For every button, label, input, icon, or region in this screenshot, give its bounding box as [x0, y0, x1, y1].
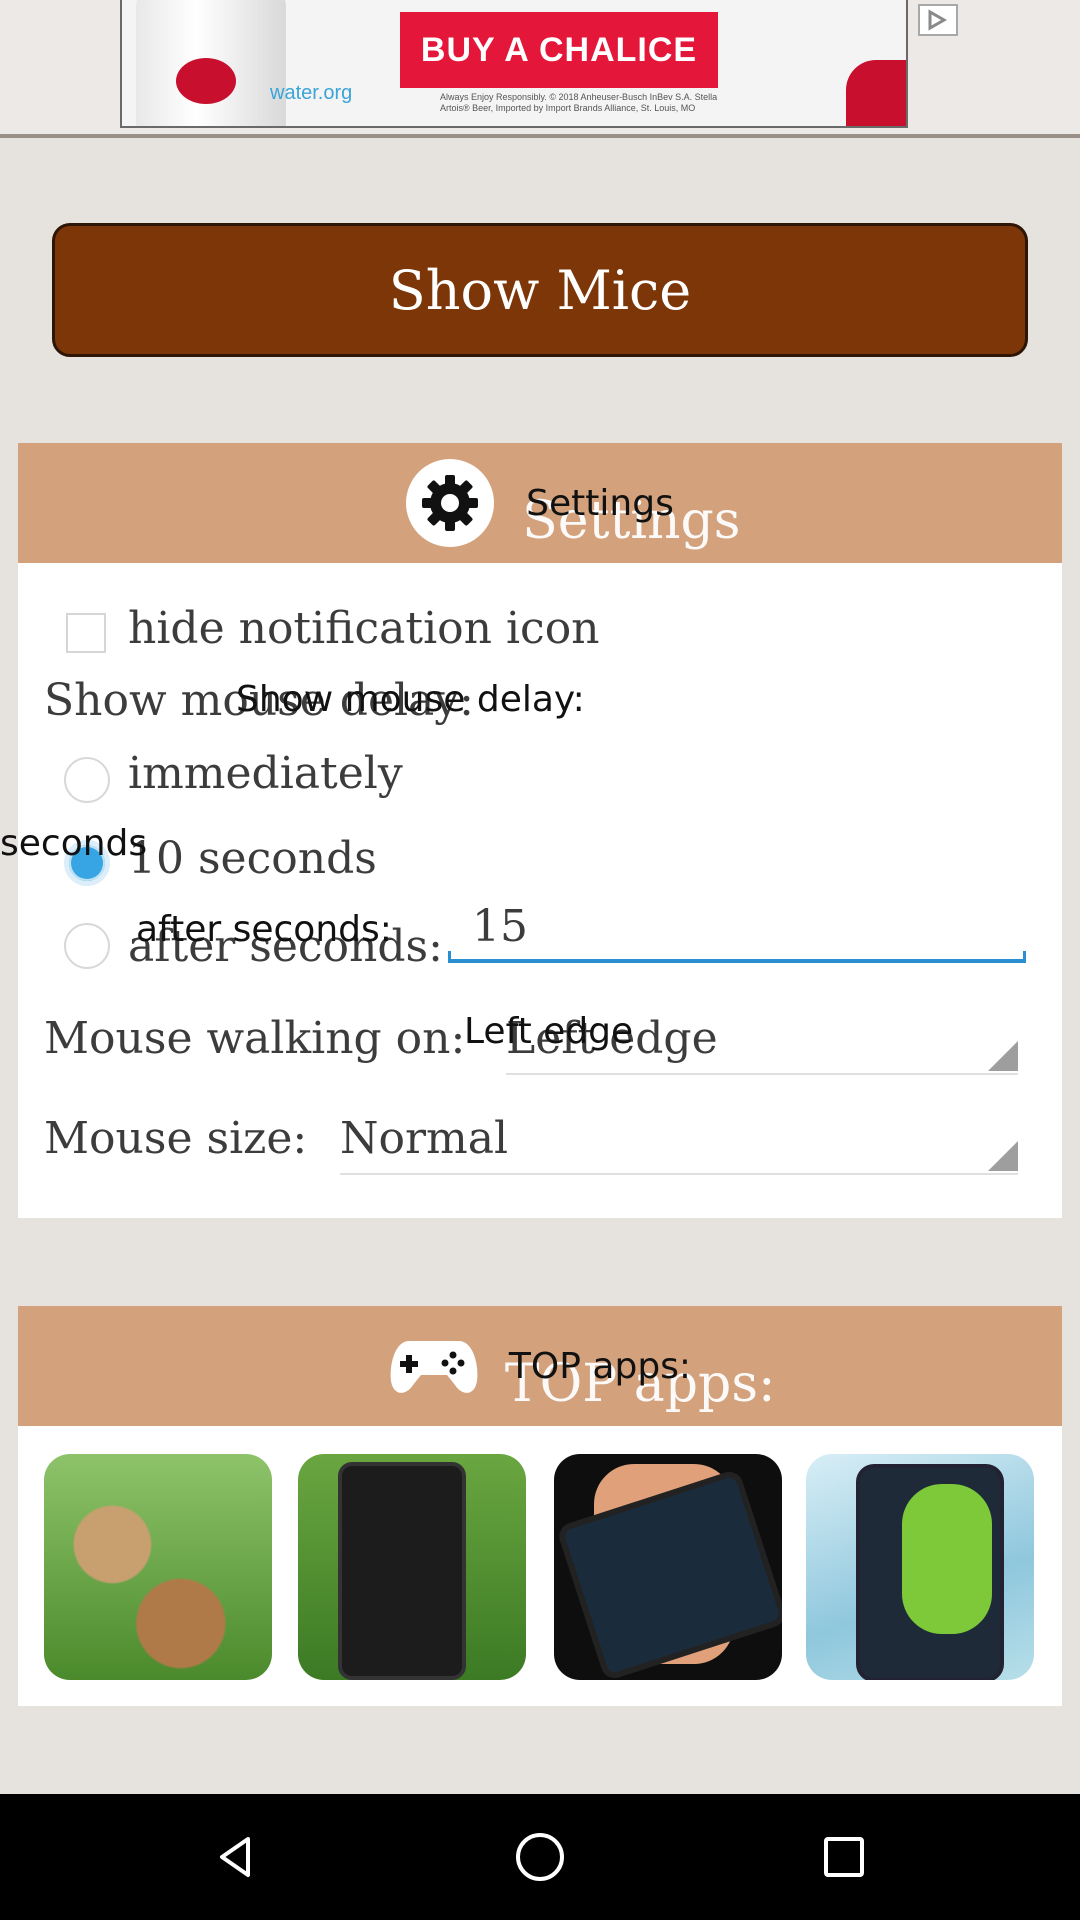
walking-overlay: Left edge	[464, 1011, 634, 1052]
radio-immediately[interactable]	[64, 757, 110, 803]
option-immediately-label[interactable]: immediately	[128, 748, 403, 799]
top-apps-card: TOP apps: TOP apps:	[18, 1306, 1062, 1706]
mouse-size-spinner[interactable]: Normal	[340, 1113, 1018, 1175]
after-seconds-value: 15	[472, 901, 528, 952]
ad-banner[interactable]: BUY A CHALICE water.org Always Enjoy Res…	[120, 0, 908, 128]
show-mice-button[interactable]: Show Mice	[52, 223, 1028, 357]
recents-icon[interactable]	[784, 1794, 904, 1920]
home-icon[interactable]	[480, 1794, 600, 1920]
dropdown-arrow-icon	[988, 1041, 1018, 1071]
top-apps-title: TOP apps: TOP apps:	[505, 1345, 776, 1414]
hide-notification-label[interactable]: hide notification icon	[128, 603, 600, 654]
settings-header: Settings Settings	[18, 443, 1062, 563]
top-apps-header: TOP apps: TOP apps:	[18, 1306, 1062, 1426]
ad-choices-icon[interactable]	[918, 4, 958, 36]
hide-notification-checkbox[interactable]	[66, 613, 106, 653]
back-icon[interactable]	[176, 1794, 296, 1920]
radio-after-seconds[interactable]	[64, 923, 110, 969]
mouse-delay-overlay: Show mouse delay:	[236, 679, 585, 720]
frog-app-thumbnail[interactable]	[806, 1454, 1034, 1680]
snail-app-thumbnail[interactable]	[44, 1454, 272, 1680]
ad-fine-print: Always Enjoy Responsibly. © 2018 Anheuse…	[440, 92, 718, 113]
ants-app-thumbnail[interactable]	[298, 1454, 526, 1680]
ad-chalice-image	[136, 0, 286, 126]
settings-title: Settings Settings	[522, 482, 740, 551]
mouse-size-value: Normal	[340, 1113, 509, 1164]
top-apps-list	[18, 1454, 1062, 1680]
ad-cta-button[interactable]: BUY A CHALICE	[400, 12, 718, 88]
settings-card: Settings Settings hide notification icon…	[0, 443, 1062, 1218]
mouse-walking-label: Mouse walking on:	[44, 1013, 466, 1064]
seconds-overlay: seconds	[0, 823, 148, 864]
gamepad-icon	[389, 1335, 479, 1397]
dropdown-arrow-icon	[988, 1141, 1018, 1171]
xray-app-thumbnail[interactable]	[554, 1454, 782, 1680]
input-underline	[448, 951, 1026, 963]
option-10-seconds-label[interactable]: 10 seconds	[128, 833, 377, 884]
ad-site-label: water.org	[270, 82, 353, 104]
navigation-bar	[0, 1794, 1080, 1920]
after-seconds-input[interactable]: 15	[448, 901, 1044, 963]
gear-icon	[406, 459, 495, 547]
after-seconds-overlay: after seconds:	[136, 909, 392, 950]
ad-brand-mark	[846, 60, 906, 126]
settings-title-text: Settings	[526, 482, 674, 524]
mouse-size-label: Mouse size:	[44, 1113, 308, 1164]
top-apps-title-text: TOP apps:	[508, 1345, 692, 1387]
